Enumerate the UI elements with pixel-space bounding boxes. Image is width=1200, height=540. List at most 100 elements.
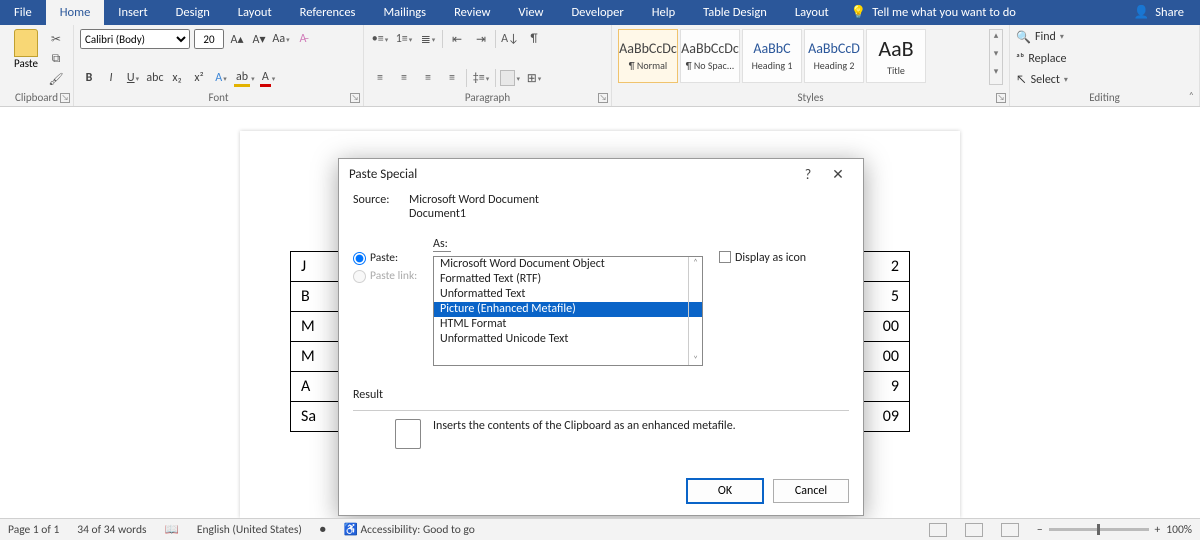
sort-button[interactable]: A↓ [500,29,520,49]
justify-button[interactable]: ≡ [442,68,462,88]
cursor-icon: ↖ [1016,73,1027,87]
ribbon: Paste ✂ ⧉ 🖌 Clipboard ↘ Calibri (Body) A… [0,25,1200,107]
style-heading-1[interactable]: AaBbCHeading 1 [742,29,802,83]
separator [495,69,496,87]
paragraph-dialog-launcher[interactable]: ↘ [598,93,608,103]
format-option[interactable]: Unformatted Text [434,287,702,302]
clipboard-dialog-launcher[interactable]: ↘ [60,93,70,103]
font-dialog-launcher[interactable]: ↘ [350,93,360,103]
align-left-button[interactable]: ≡ [370,68,390,88]
select-button[interactable]: ↖Select▾ [1016,70,1193,90]
grow-font-button[interactable]: A▴ [228,29,246,49]
shrink-font-button[interactable]: A▾ [250,29,268,49]
line-spacing-button[interactable]: ‡≡ [471,68,491,88]
format-option[interactable]: HTML Format [434,317,702,332]
style-title[interactable]: AaBTitle [866,29,926,83]
bullets-button[interactable]: •≡ [370,29,390,49]
shading-button[interactable] [500,68,520,88]
zoom-control[interactable]: − + 100% [1037,523,1192,537]
cancel-button[interactable]: Cancel [773,479,849,503]
clear-formatting-button[interactable]: A̶ [294,29,312,49]
format-painter-button[interactable]: 🖌 [48,71,64,87]
zoom-slider[interactable] [1049,528,1149,531]
read-mode-button[interactable] [929,523,947,537]
styles-expand[interactable]: ▴▾▾ [989,29,1003,85]
zoom-in-button[interactable]: + [1155,523,1161,537]
group-label: Styles [612,91,1009,104]
tab-developer[interactable]: Developer [557,0,637,25]
subscript-button[interactable]: x₂ [168,68,186,88]
tell-me-search[interactable]: 💡 Tell me what you want to do [843,0,1118,25]
bold-button[interactable]: B [80,68,98,88]
multilevel-list-button[interactable]: ≣ [418,29,438,49]
numbering-button[interactable]: 1≡ [394,29,414,49]
tab-references[interactable]: References [286,0,370,25]
web-layout-button[interactable] [1001,523,1019,537]
style---no-spac---[interactable]: AaBbCcDc¶ No Spac... [680,29,740,83]
tab-home[interactable]: Home [46,0,105,25]
group-label: Font [74,91,363,104]
increase-indent-button[interactable]: ⇥ [471,29,491,49]
cut-button[interactable]: ✂ [48,31,64,47]
format-option[interactable]: Picture (Enhanced Metafile) [434,302,702,317]
tab-table-design[interactable]: Table Design [689,0,781,25]
find-button[interactable]: 🔍Find▾ [1016,27,1193,47]
tell-me-placeholder: Tell me what you want to do [872,5,1016,20]
zoom-out-button[interactable]: − [1037,523,1043,537]
listbox-scrollbar[interactable]: ˄˅ [688,257,702,365]
language-indicator[interactable]: English (United States) [197,523,302,537]
print-layout-button[interactable] [965,523,983,537]
superscript-button[interactable]: x² [190,68,208,88]
style-heading-2[interactable]: AaBbCcDHeading 2 [804,29,864,83]
tab-help[interactable]: Help [638,0,689,25]
align-center-button[interactable]: ≡ [394,68,414,88]
tab-view[interactable]: View [504,0,557,25]
record-macro-icon[interactable]: ⏺ [320,523,326,537]
format-option[interactable]: Unformatted Unicode Text [434,332,702,347]
copy-button[interactable]: ⧉ [48,51,64,67]
paste-button[interactable]: Paste [6,27,46,87]
display-as-icon-label: Display as icon [735,251,806,265]
word-count[interactable]: 34 of 34 words [77,523,146,537]
replace-button[interactable]: ᵃᵇReplace [1016,49,1193,69]
display-as-icon-checkbox[interactable] [719,251,731,263]
text-effects-button[interactable]: A [212,68,230,88]
ribbon-tabs: File Home Insert Design Layout Reference… [0,0,1200,25]
ok-button[interactable]: OK [687,479,763,503]
italic-button[interactable]: I [102,68,120,88]
font-name-select[interactable]: Calibri (Body) [80,29,190,49]
separator [442,30,443,48]
tab-mailings[interactable]: Mailings [369,0,440,25]
tab-table-layout[interactable]: Layout [781,0,843,25]
show-hide-button[interactable]: ¶ [524,29,544,49]
close-button[interactable]: ✕ [823,166,853,183]
styles-dialog-launcher[interactable]: ↘ [996,93,1006,103]
accessibility-status[interactable]: ♿ Accessibility: Good to go [344,522,475,537]
zoom-level[interactable]: 100% [1166,523,1192,537]
collapse-ribbon-button[interactable]: ˄ [1189,89,1194,102]
result-label: Result [353,388,849,402]
borders-button[interactable]: ⊞ [524,68,544,88]
underline-button[interactable]: U [124,68,142,88]
tab-review[interactable]: Review [440,0,504,25]
tab-layout[interactable]: Layout [224,0,286,25]
style---normal[interactable]: AaBbCcDc¶ Normal [618,29,678,83]
paste-radio[interactable]: Paste: [353,251,423,265]
share-button[interactable]: 👤 Share [1118,0,1200,25]
format-option[interactable]: Microsoft Word Document Object [434,257,702,272]
help-button[interactable]: ? [793,166,823,183]
decrease-indent-button[interactable]: ⇤ [447,29,467,49]
strikethrough-button[interactable]: abc [146,68,164,88]
tab-design[interactable]: Design [162,0,224,25]
format-listbox[interactable]: Microsoft Word Document ObjectFormatted … [433,256,703,366]
align-right-button[interactable]: ≡ [418,68,438,88]
change-case-button[interactable]: Aa [272,29,290,49]
format-option[interactable]: Formatted Text (RTF) [434,272,702,287]
tab-file[interactable]: File [0,0,46,25]
tab-insert[interactable]: Insert [104,0,161,25]
page-indicator[interactable]: Page 1 of 1 [8,523,59,537]
spellcheck-icon[interactable]: 📖 [165,522,179,537]
font-color-button[interactable]: A [259,68,277,88]
font-size-input[interactable] [194,29,224,49]
highlight-button[interactable]: ab [234,68,255,88]
